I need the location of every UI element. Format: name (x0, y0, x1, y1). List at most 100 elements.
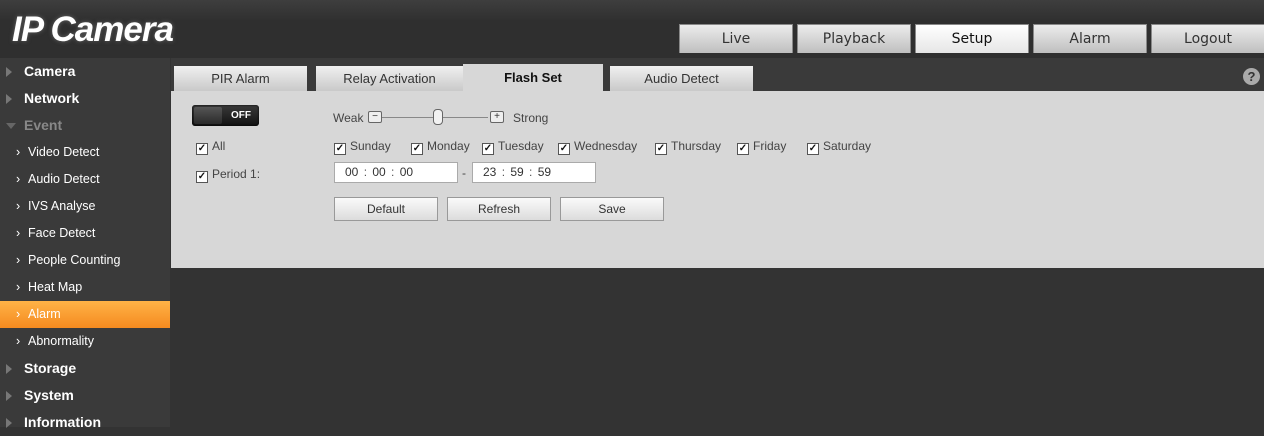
sidebar-item-label: Network (24, 90, 80, 106)
chevron-right-icon: › (16, 145, 21, 159)
nav-live-button[interactable]: Live (679, 24, 793, 53)
tab-bar: PIR Alarm Relay Activation Flash Set Aud… (171, 58, 1264, 91)
sidebar-item-label: Audio Detect (28, 172, 100, 186)
day-label: Tuesday (498, 139, 544, 153)
refresh-button[interactable]: Refresh (447, 197, 551, 221)
day-tuesday[interactable]: ✓ Tuesday (482, 139, 544, 155)
period-1-row[interactable]: ✓ Period 1: (196, 167, 260, 183)
nav-setup-button[interactable]: Setup (915, 24, 1029, 53)
flash-set-panel: PIR Alarm Relay Activation Flash Set Aud… (171, 58, 1264, 268)
start-second[interactable]: 00 (400, 163, 413, 182)
sidebar-item-people-counting[interactable]: › People Counting (0, 247, 170, 274)
header: IP Camera Live Playback Setup Alarm Logo… (0, 0, 1264, 58)
sidebar-item-abnormality[interactable]: › Abnormality (0, 328, 170, 355)
day-label: Saturday (823, 139, 872, 153)
end-minute[interactable]: 59 (510, 163, 523, 182)
weak-label: Weak (333, 111, 364, 125)
help-icon[interactable]: ? (1243, 68, 1260, 85)
day-friday[interactable]: ✓ Friday (737, 139, 786, 155)
sidebar-item-alarm[interactable]: › Alarm (0, 301, 170, 328)
chevron-right-icon: › (16, 199, 21, 213)
day-thursday[interactable]: ✓ Thursday (655, 139, 721, 155)
all-label: All (212, 139, 226, 153)
tab-relay-activation[interactable]: Relay Activation (316, 66, 463, 91)
saturday-checkbox[interactable]: ✓ (807, 143, 819, 155)
period-start-time-input[interactable]: 00: 00: 00 (334, 162, 458, 183)
all-checkbox[interactable]: ✓ (196, 143, 208, 155)
tab-flash-set[interactable]: Flash Set (463, 64, 603, 91)
monday-checkbox[interactable]: ✓ (411, 143, 423, 155)
nav-logout-button[interactable]: Logout (1151, 24, 1264, 53)
friday-checkbox[interactable]: ✓ (737, 143, 749, 155)
sidebar-item-label: Information (24, 414, 101, 430)
sidebar-item-label: IVS Analyse (28, 199, 96, 213)
range-separator: - (462, 166, 466, 180)
sidebar-item-label: Heat Map (28, 280, 83, 294)
day-label: Sunday (350, 139, 391, 153)
tab-pir-alarm[interactable]: PIR Alarm (174, 66, 307, 91)
brightness-slider-handle[interactable] (433, 109, 443, 125)
collapse-triangle-icon (6, 123, 16, 129)
plus-icon[interactable]: + (490, 111, 504, 123)
chevron-right-icon: › (16, 172, 21, 186)
sidebar-item-face-detect[interactable]: › Face Detect (0, 220, 170, 247)
end-hour[interactable]: 23 (483, 163, 496, 182)
chevron-right-icon: › (16, 334, 21, 348)
chevron-right-icon: › (16, 307, 21, 321)
sunday-checkbox[interactable]: ✓ (334, 143, 346, 155)
day-saturday[interactable]: ✓ Saturday (807, 139, 871, 155)
sidebar-item-label: Alarm (28, 307, 61, 321)
period-end-time-input[interactable]: 23: 59: 59 (472, 162, 596, 183)
sidebar-item-camera[interactable]: Camera (0, 58, 170, 85)
sidebar-item-ivs-analyse[interactable]: › IVS Analyse (0, 193, 170, 220)
day-label: Friday (753, 139, 787, 153)
sidebar-item-storage[interactable]: Storage (0, 355, 170, 382)
sidebar-item-label: Face Detect (28, 226, 96, 240)
period-1-checkbox[interactable]: ✓ (196, 171, 208, 183)
sidebar: Camera Network Event › Video Detect › Audi… (0, 58, 170, 430)
sidebar-item-audio-detect[interactable]: › Audio Detect (0, 166, 170, 193)
start-minute[interactable]: 00 (372, 163, 385, 182)
expand-triangle-icon (6, 94, 12, 104)
expand-triangle-icon (6, 67, 12, 77)
all-checkbox-row[interactable]: ✓ All (196, 139, 225, 155)
wednesday-checkbox[interactable]: ✓ (558, 143, 570, 155)
time-separator: : (529, 165, 533, 179)
day-sunday[interactable]: ✓ Sunday (334, 139, 391, 155)
thursday-checkbox[interactable]: ✓ (655, 143, 667, 155)
nav-playback-button[interactable]: Playback (797, 24, 911, 53)
expand-triangle-icon (6, 391, 12, 401)
sidebar-item-heat-map[interactable]: › Heat Map (0, 274, 170, 301)
day-wednesday[interactable]: ✓ Wednesday (558, 139, 637, 155)
minus-icon[interactable]: − (368, 111, 382, 123)
sidebar-item-system[interactable]: System (0, 382, 170, 409)
sidebar-item-label: Storage (24, 360, 77, 376)
day-label: Thursday (671, 139, 722, 153)
flash-toggle-switch[interactable]: OFF (192, 105, 259, 126)
sidebar-item-label: People Counting (28, 253, 121, 267)
day-label: Monday (427, 139, 470, 153)
chevron-right-icon: › (16, 280, 21, 294)
toggle-knob (194, 107, 222, 124)
sidebar-item-video-detect[interactable]: › Video Detect (0, 139, 170, 166)
start-hour[interactable]: 00 (345, 163, 358, 182)
sidebar-item-event[interactable]: Event (0, 112, 170, 139)
chevron-right-icon: › (16, 253, 21, 267)
sidebar-item-label: Video Detect (28, 145, 100, 159)
app-logo: IP Camera (12, 10, 174, 49)
default-button[interactable]: Default (334, 197, 438, 221)
expand-triangle-icon (6, 364, 12, 374)
sidebar-item-network[interactable]: Network (0, 85, 170, 112)
end-second[interactable]: 59 (538, 163, 551, 182)
strong-label: Strong (513, 111, 549, 125)
day-monday[interactable]: ✓ Monday (411, 139, 470, 155)
top-nav: Live Playback Setup Alarm Logout (679, 24, 1264, 54)
sidebar-item-information[interactable]: Information (0, 409, 170, 436)
nav-alarm-button[interactable]: Alarm (1033, 24, 1147, 53)
sidebar-item-label: Camera (24, 63, 76, 79)
save-button[interactable]: Save (560, 197, 664, 221)
time-separator: : (363, 165, 368, 179)
tab-audio-detect[interactable]: Audio Detect (610, 66, 753, 91)
tuesday-checkbox[interactable]: ✓ (482, 143, 494, 155)
toggle-state-label: OFF (231, 110, 251, 121)
